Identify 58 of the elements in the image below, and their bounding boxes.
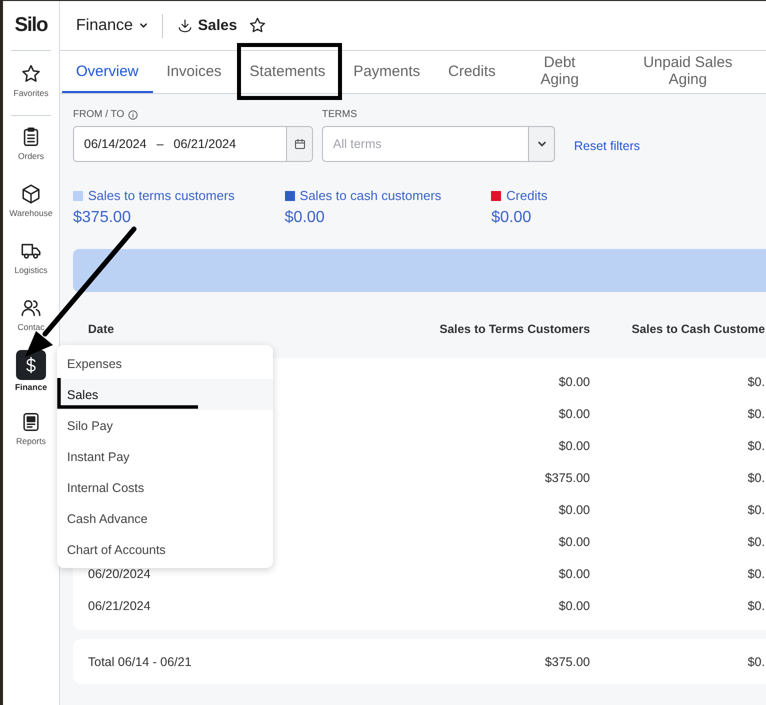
table-cell-text: $0. [746, 503, 765, 517]
sidebar-item[interactable]: Reports [3, 411, 59, 468]
table-cell-text: $0.00 [558, 599, 590, 613]
table-cell-text: $0. [746, 439, 765, 453]
tab[interactable]: Statements [236, 51, 340, 93]
table-cell-text: $0. [746, 654, 765, 668]
menu-item[interactable]: Cash Advance [57, 503, 273, 534]
legend-amount: $0.00 [284, 209, 326, 227]
table-cell-text: $0. [746, 535, 765, 549]
date-range-field[interactable]: 06/14/2024 – 06/21/2024 [73, 126, 313, 162]
table-cell-text: $375.00 [544, 654, 590, 668]
menu-item[interactable]: Sales [57, 379, 273, 410]
tab[interactable]: Invoices [152, 51, 236, 93]
table-cell-text: $0.00 [558, 407, 590, 421]
table-cell-text: $375.00 [544, 471, 590, 485]
table-cell-text: $0.00 [558, 567, 590, 581]
reset-filters-link[interactable]: Reset filters [574, 139, 640, 153]
table-cell-text: $0.00 [558, 439, 590, 453]
menu-item[interactable]: Internal Costs [57, 472, 273, 503]
table-cell-text: $0. [746, 599, 765, 613]
table-cell-text: $0. [746, 471, 765, 485]
table-cell-text: $0. [746, 375, 765, 389]
table-cell-text: 06/21/2024 [88, 599, 152, 613]
tab[interactable]: Debt Aging [510, 51, 610, 93]
legend-label: Sales to cash customers [300, 188, 442, 203]
column-header: Sales to Cash Custome [630, 322, 765, 336]
legend-amount: $375.00 [73, 209, 132, 227]
field-label: FROM / TO [73, 109, 124, 120]
table-cell-text: 06/20/2024 [88, 567, 152, 581]
logo: Silo [11, 1, 51, 51]
table-cell-text: $0.00 [558, 503, 590, 517]
sidebar-item[interactable]: Warehouse [3, 183, 59, 240]
table-cell-text: Total 06/14 - 06/21 [88, 654, 193, 668]
legend-label: Credits [506, 188, 548, 203]
table-cell-text: $0.00 [558, 375, 590, 389]
tab[interactable]: Credits [434, 51, 510, 93]
column-header: Date [88, 322, 116, 336]
page-title: Sales [198, 17, 238, 34]
sidebar-item[interactable]: Favorites [11, 63, 51, 116]
table-cell-text: $0. [746, 407, 765, 421]
table-cell-text: $0.00 [558, 535, 590, 549]
column-header: Sales to Terms Customers [438, 322, 590, 336]
terms-field[interactable]: All terms [322, 126, 528, 162]
section-dropdown[interactable]: Finance [76, 16, 148, 34]
menu-item[interactable]: Expenses [57, 348, 273, 379]
menu-item[interactable]: Instant Pay [57, 441, 273, 472]
tab[interactable]: Overview [62, 51, 153, 93]
tab[interactable]: Unpaid Sales Aging [610, 51, 766, 93]
menu-item[interactable]: Chart of Accounts [57, 534, 273, 565]
table-cell-text: $0. [746, 567, 765, 581]
menu-item[interactable]: Silo Pay [57, 410, 273, 441]
tab[interactable]: Payments [339, 51, 434, 93]
legend-amount: $0.00 [491, 209, 532, 227]
field-label: TERMS [322, 109, 357, 120]
sidebar-item[interactable]: Logistics [3, 240, 59, 297]
sidebar-item[interactable]: Contac [3, 297, 59, 354]
legend-label: Sales to terms customers [88, 188, 235, 203]
sidebar-item[interactable]: Orders [3, 126, 59, 183]
